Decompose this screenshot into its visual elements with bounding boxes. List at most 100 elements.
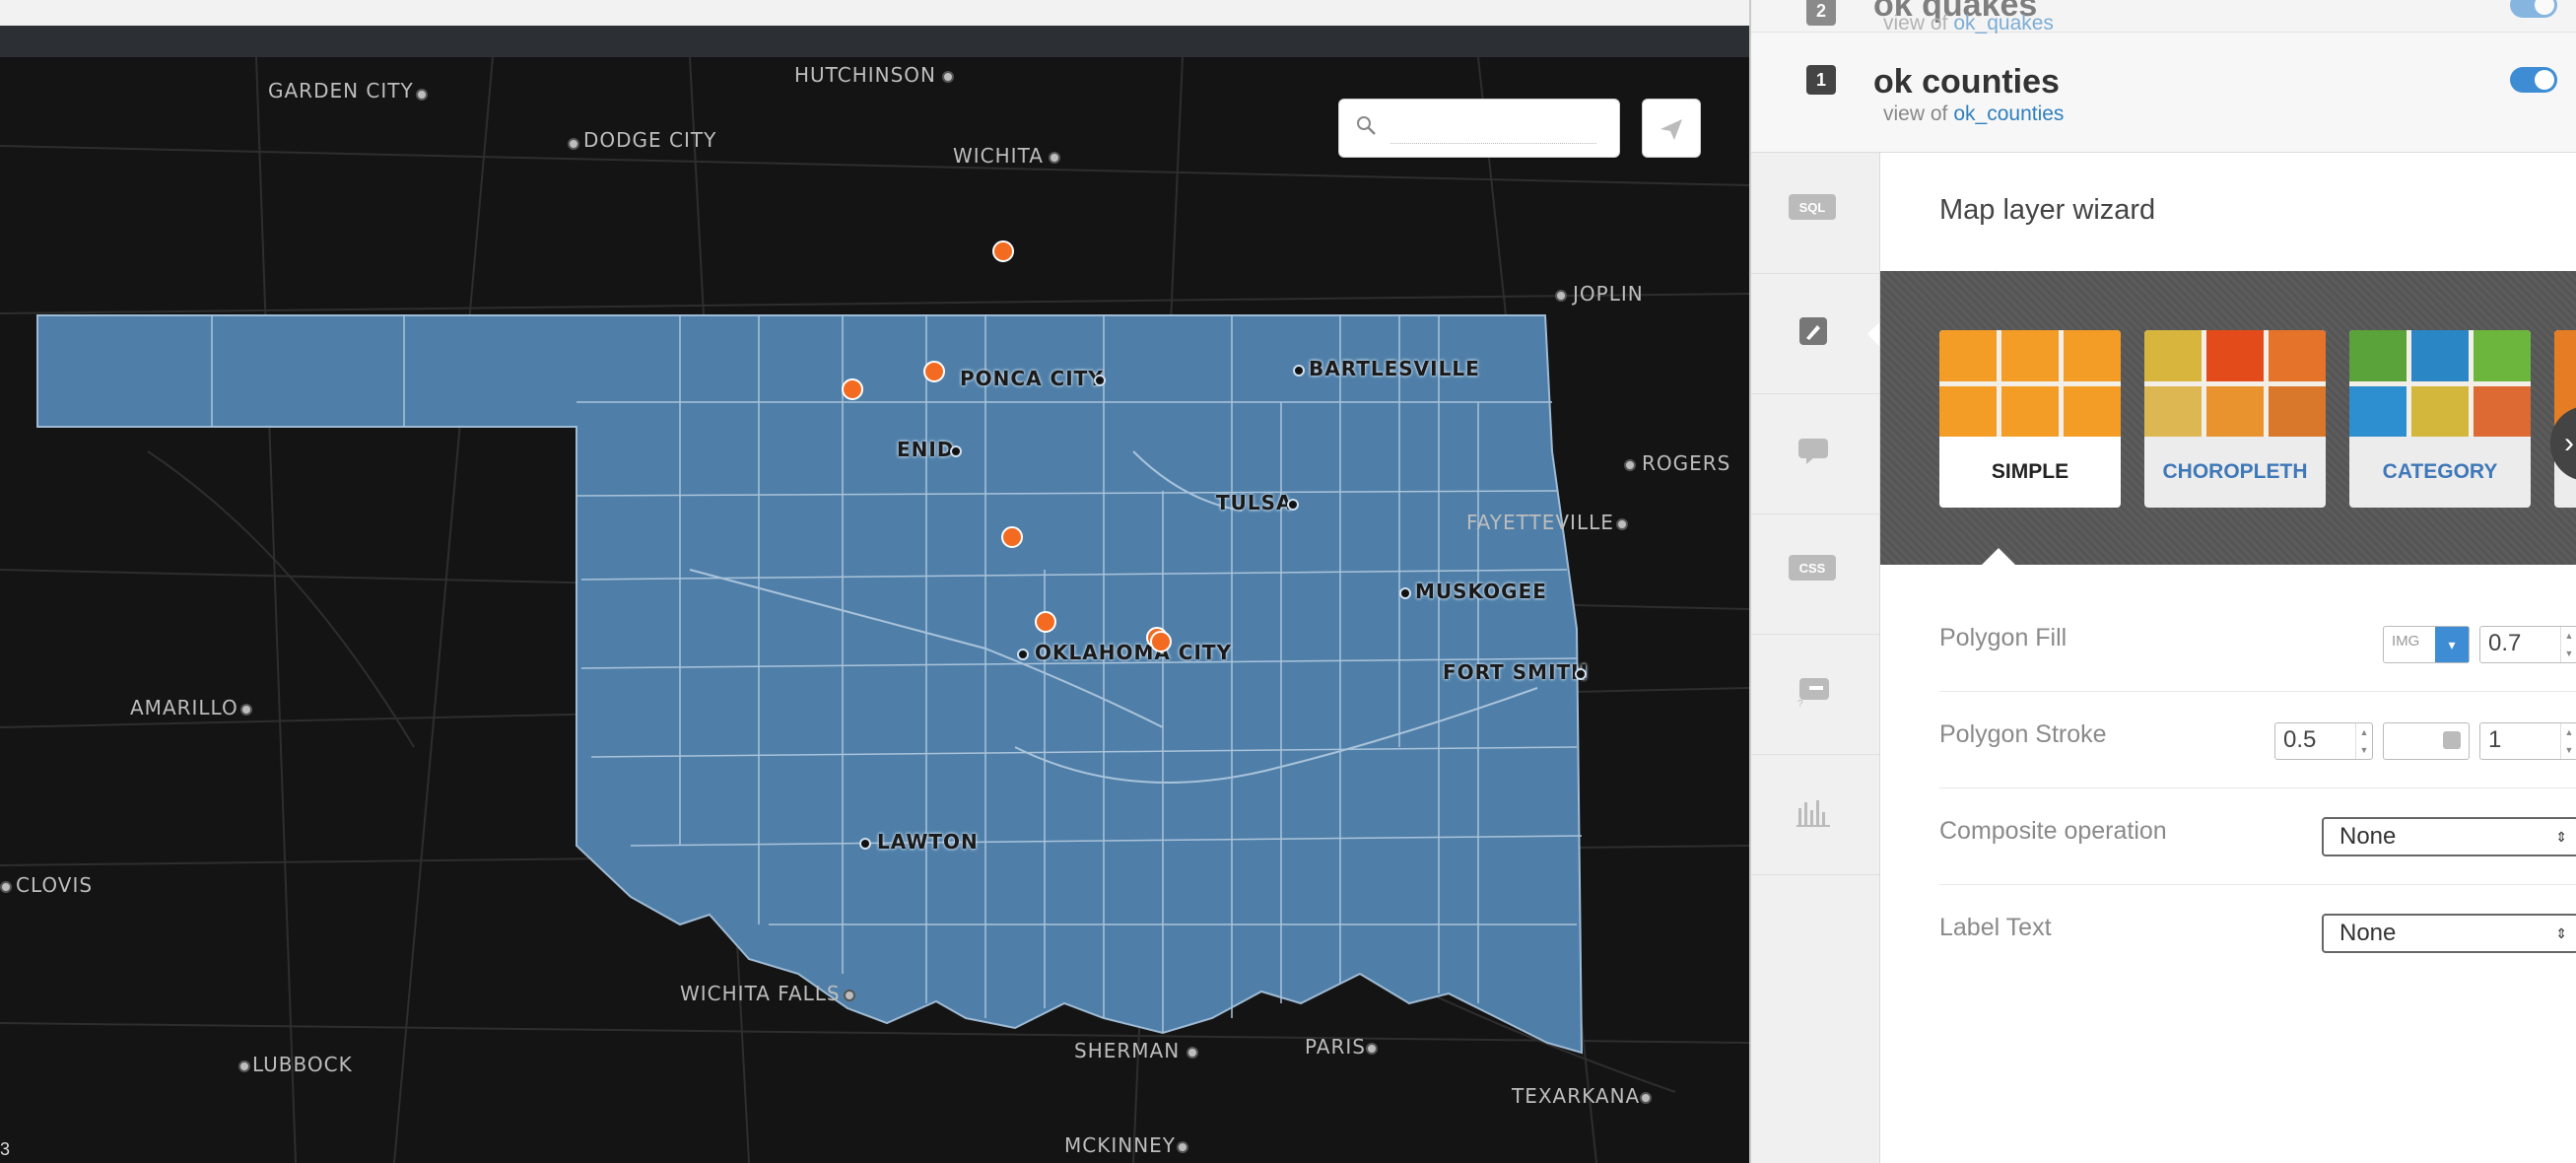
select-value: None xyxy=(2339,920,2397,946)
quake-marker[interactable] xyxy=(923,361,945,382)
paper-plane-icon xyxy=(1659,114,1684,141)
sidebar-item-css[interactable]: CSS xyxy=(1751,513,1879,635)
city-label: DODGE CITY xyxy=(583,128,717,152)
city-marker xyxy=(1616,518,1628,530)
prop-label: Polygon Fill xyxy=(1939,624,2068,651)
viz-card-category[interactable]: CATEGORY xyxy=(2349,330,2531,508)
city-label: FAYETTEVILLE xyxy=(1466,511,1614,534)
city-marker xyxy=(1177,1141,1188,1153)
layer-header-ok-counties[interactable]: 1 ok counties view of ok_counties xyxy=(1751,34,2576,153)
viz-card-simple[interactable]: SIMPLE xyxy=(1939,330,2121,508)
ok-city-marker xyxy=(1399,587,1411,599)
ok-city-label: BARTLESVILLE xyxy=(1309,357,1480,380)
map-layer-wizard: Map layer wizard SIMPLE CHOROPLETH CATEG… xyxy=(1879,153,2576,1163)
stroke-width-stepper[interactable]: 0.5 ▲ ▼ xyxy=(2274,722,2373,760)
ok-city-label: ENID xyxy=(897,438,955,461)
map-canvas[interactable]: GARDEN CITY HUTCHINSON DODGE CITY WICHIT… xyxy=(0,57,1749,1163)
city-marker xyxy=(238,1060,250,1072)
city-marker xyxy=(0,881,12,893)
ok-city-label: PONCA CITY xyxy=(960,367,1104,390)
quake-marker[interactable] xyxy=(842,378,863,400)
ok-city-marker xyxy=(1287,499,1299,511)
img-label: IMG xyxy=(2392,633,2420,650)
simple-swatch xyxy=(1939,330,2121,437)
city-label: GARDEN CITY xyxy=(268,79,414,103)
layer-title[interactable]: ok counties xyxy=(1873,63,2060,102)
share-button[interactable] xyxy=(1642,99,1701,158)
sidebar-item-sql[interactable]: SQL xyxy=(1751,153,1879,274)
stepper-arrows-icon[interactable]: ▲ ▼ xyxy=(2560,627,2576,662)
city-marker xyxy=(1186,1047,1198,1059)
ok-city-label: TULSA xyxy=(1216,491,1293,514)
ok-city-marker xyxy=(1094,375,1106,386)
visualization-type-strip: SIMPLE CHOROPLETH CATEGORY › xyxy=(1880,271,2576,566)
fill-image-picker[interactable]: IMG ▾ xyxy=(2383,626,2470,663)
city-marker xyxy=(240,704,252,716)
layer-table-link[interactable]: ok_counties xyxy=(1953,103,2064,125)
fill-opacity-stepper[interactable]: 0.7 ▲ ▼ xyxy=(2479,626,2576,663)
stroke-color-picker[interactable] xyxy=(2383,722,2470,760)
layer-table-link[interactable]: ok_quakes xyxy=(1953,12,2054,34)
label-text-select[interactable]: None ⇕ xyxy=(2322,914,2576,953)
layer-number-badge: 1 xyxy=(1806,65,1836,95)
dropdown-caret-icon: ▾ xyxy=(2435,627,2469,662)
map-search-input[interactable] xyxy=(1390,113,1596,144)
ok-city-label: MUSKOGEE xyxy=(1415,580,1547,603)
layer-header-ok-quakes[interactable]: 2 ok quakes view of ok_quakes xyxy=(1751,0,2576,34)
stroke-width-value: 0.5 xyxy=(2283,726,2317,753)
sidebar-item-infowindow[interactable] xyxy=(1751,393,1879,514)
stroke-opacity-stepper[interactable]: 1 ▲ ▼ xyxy=(2479,722,2576,760)
sidebar-item-wizard[interactable] xyxy=(1751,273,1881,394)
city-marker xyxy=(1049,152,1060,164)
stroke-opacity-value: 1 xyxy=(2488,726,2502,753)
viz-card-choropleth[interactable]: CHOROPLETH xyxy=(2144,330,2326,508)
city-label: WICHITA xyxy=(953,144,1044,168)
prop-polygon-fill: Polygon Fill IMG ▾ 0.7 ▲ ▼ xyxy=(1939,594,2576,692)
stepper-arrows-icon[interactable]: ▲ ▼ xyxy=(2355,723,2372,759)
quake-marker[interactable] xyxy=(1001,526,1023,548)
choropleth-swatch xyxy=(2144,330,2326,437)
quake-marker[interactable] xyxy=(1035,611,1056,633)
browser-top-bar xyxy=(0,0,1749,27)
city-marker xyxy=(942,71,954,83)
ok-city-marker xyxy=(859,838,871,850)
prop-label: Polygon Stroke xyxy=(1939,720,2107,748)
select-caret-icon: ⇕ xyxy=(2555,829,2567,845)
ok-city-label: LAWTON xyxy=(877,830,979,854)
stepper-arrows-icon[interactable]: ▲ ▼ xyxy=(2560,723,2576,759)
ok-city-marker xyxy=(1293,365,1305,376)
composite-operation-select[interactable]: None ⇕ xyxy=(2322,817,2576,856)
sidebar-item-legend[interactable]: ? xyxy=(1751,634,1879,755)
quake-marker[interactable] xyxy=(1150,631,1172,652)
city-marker xyxy=(568,138,579,150)
quake-marker[interactable] xyxy=(992,240,1014,262)
layer-panel: 2 ok quakes view of ok_quakes 1 ok counti… xyxy=(1749,0,2576,1163)
infowindow-icon xyxy=(1789,435,1838,468)
city-label: TEXARKANA xyxy=(1512,1084,1641,1108)
city-label: MCKINNEY xyxy=(1064,1133,1177,1157)
city-marker xyxy=(416,89,428,101)
city-label: WICHITA FALLS xyxy=(680,982,841,1005)
layer-visibility-toggle[interactable] xyxy=(2510,67,2557,93)
map-corner-text: 3 xyxy=(0,1139,11,1159)
layer-visibility-toggle[interactable] xyxy=(2510,0,2557,18)
city-marker xyxy=(1366,1043,1378,1055)
viz-card-label: SIMPLE xyxy=(1991,460,2069,483)
category-swatch xyxy=(2349,330,2531,437)
chart-icon xyxy=(1789,795,1838,829)
ok-city-marker xyxy=(1575,668,1587,680)
select-caret-icon: ⇕ xyxy=(2555,925,2567,941)
prop-polygon-stroke: Polygon Stroke 0.5 ▲ ▼ 1 ▲ ▼ xyxy=(1939,691,2576,788)
sidebar-item-chart[interactable] xyxy=(1751,754,1879,875)
layer-view-of: view of ok_quakes xyxy=(1883,12,2054,34)
viz-card-label: CATEGORY xyxy=(2382,460,2498,483)
city-marker xyxy=(1640,1092,1652,1104)
ok-city-label: OKLAHOMA CITY xyxy=(1035,641,1233,664)
layer-view-of: view of ok_counties xyxy=(1883,103,2065,125)
prop-composite-operation: Composite operation None ⇕ xyxy=(1939,787,2576,885)
map-search-box[interactable] xyxy=(1338,99,1620,158)
city-label: PARIS xyxy=(1305,1035,1366,1059)
prop-label: Label Text xyxy=(1939,914,2052,941)
city-label: CLOVIS xyxy=(16,873,94,897)
viz-card-label: CHOROPLETH xyxy=(2162,460,2308,483)
